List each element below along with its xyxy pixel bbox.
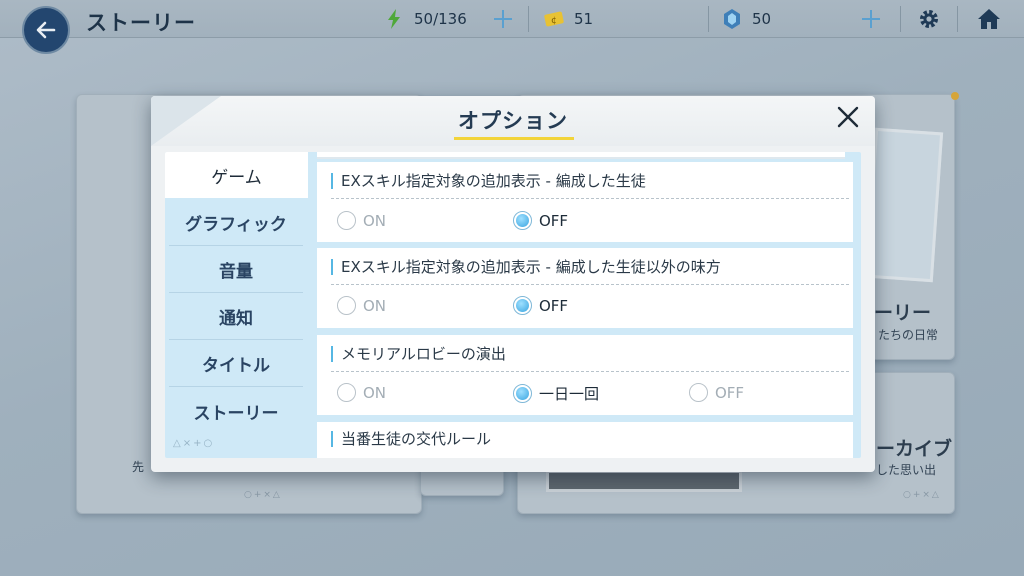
credit-value: 51 bbox=[574, 10, 594, 28]
back-arrow-icon bbox=[36, 21, 56, 39]
setting-row: EXスキル指定対象の追加表示 - 編成した生徒以外の味方 ON OFF bbox=[317, 248, 853, 328]
gear-icon bbox=[920, 10, 938, 28]
gem-counter: 50 bbox=[722, 8, 771, 30]
option-label: 一日一回 bbox=[539, 385, 600, 403]
tab-story[interactable]: ストーリー bbox=[169, 388, 303, 434]
tab-game[interactable]: ゲーム bbox=[165, 152, 308, 198]
dialog-body: ゲーム グラフィック 音量 通知 タイトル ストーリー △×+○ EXスキル指定… bbox=[165, 152, 861, 458]
plus-icon bbox=[862, 10, 880, 28]
divider bbox=[528, 6, 529, 32]
radio-on[interactable]: ON bbox=[337, 383, 386, 402]
option-label: OFF bbox=[715, 383, 745, 402]
home-button[interactable] bbox=[975, 5, 1003, 33]
radio-on[interactable]: ON bbox=[337, 296, 386, 315]
divider bbox=[900, 6, 901, 32]
close-icon bbox=[837, 106, 859, 128]
divider bbox=[708, 6, 709, 32]
bg-archive-subtitle: した思い出 bbox=[876, 463, 937, 477]
back-button[interactable] bbox=[22, 6, 70, 54]
radio-button bbox=[689, 383, 708, 402]
radio-off[interactable]: OFF bbox=[513, 296, 568, 315]
svg-text:¢: ¢ bbox=[551, 16, 557, 26]
divider bbox=[957, 6, 958, 32]
gem-icon bbox=[722, 9, 742, 29]
dashed-divider bbox=[331, 198, 849, 199]
bg-card-right-title: ーリー bbox=[874, 302, 932, 324]
bg-photo bbox=[864, 127, 944, 283]
bg-deco-symbols: ○+×△ bbox=[903, 490, 941, 500]
settings-button[interactable] bbox=[915, 5, 943, 33]
setting-label: EXスキル指定対象の追加表示 - 編成した生徒 bbox=[331, 173, 646, 189]
screen-title: ストーリー bbox=[86, 11, 196, 35]
setting-row: メモリアルロビーの演出 ON 一日一回 OFF bbox=[317, 335, 853, 415]
dialog-title: オプション bbox=[458, 109, 568, 133]
tab-list: ゲーム グラフィック 音量 通知 タイトル ストーリー △×+○ bbox=[165, 152, 308, 458]
setting-row: EXスキル指定対象の追加表示 - 編成した生徒 ON OFF bbox=[317, 162, 853, 242]
home-icon bbox=[978, 9, 1000, 29]
radio-once-a-day[interactable]: 一日一回 bbox=[513, 383, 599, 404]
ap-counter: 50/136 bbox=[384, 8, 467, 30]
dashed-divider bbox=[331, 284, 849, 285]
dashed-divider bbox=[331, 371, 849, 372]
close-button[interactable] bbox=[835, 104, 861, 130]
settings-list[interactable]: EXスキル指定対象の追加表示 - 編成した生徒 ON OFF EXスキル指定対象… bbox=[313, 152, 861, 458]
ap-value: 50/136 bbox=[414, 10, 467, 28]
radio-off[interactable]: OFF bbox=[689, 383, 744, 402]
gem-value: 50 bbox=[752, 10, 772, 28]
credit-counter: ¢ 51 bbox=[544, 8, 593, 30]
option-label: OFF bbox=[539, 211, 569, 230]
radio-button-selected bbox=[513, 211, 532, 230]
tabs-deco-symbols: △×+○ bbox=[173, 438, 215, 449]
radio-button bbox=[337, 383, 356, 402]
option-label: ON bbox=[363, 211, 387, 230]
bg-card-right-subtitle: たちの日常 bbox=[878, 328, 939, 342]
options-dialog: オプション ゲーム グラフィック 音量 通知 タイトル ストーリー △×+○ E… bbox=[151, 96, 875, 472]
bg-photo bbox=[546, 470, 742, 492]
radio-button bbox=[337, 296, 356, 315]
tab-notifications[interactable]: 通知 bbox=[169, 294, 303, 340]
bg-archive-title: ーカイブ bbox=[876, 438, 953, 460]
setting-label: メモリアルロビーの演出 bbox=[331, 346, 506, 362]
title-underline bbox=[454, 137, 574, 140]
tab-volume[interactable]: 音量 bbox=[169, 247, 303, 293]
list-top-edge bbox=[317, 152, 845, 159]
radio-button-selected bbox=[513, 296, 532, 315]
tab-title[interactable]: タイトル bbox=[169, 341, 303, 387]
radio-off[interactable]: OFF bbox=[513, 211, 568, 230]
setting-label: 当番生徒の交代ルール bbox=[331, 431, 491, 447]
setting-label: EXスキル指定対象の追加表示 - 編成した生徒以外の味方 bbox=[331, 259, 721, 275]
radio-on[interactable]: ON bbox=[337, 211, 386, 230]
option-label: ON bbox=[363, 383, 387, 402]
radio-button-selected bbox=[513, 384, 532, 403]
option-label: OFF bbox=[539, 296, 569, 315]
option-label: ON bbox=[363, 296, 387, 315]
credit-icon: ¢ bbox=[544, 9, 564, 29]
notification-dot bbox=[951, 92, 959, 100]
gem-plus-button[interactable] bbox=[858, 6, 884, 32]
bg-deco-symbols: ○+×△ bbox=[244, 490, 282, 500]
setting-row: 当番生徒の交代ルール bbox=[317, 422, 853, 458]
bg-card-left-subtitle: 先 bbox=[132, 460, 145, 474]
tab-graphics[interactable]: グラフィック bbox=[169, 200, 303, 246]
lightning-icon bbox=[384, 9, 404, 29]
radio-button bbox=[337, 211, 356, 230]
plus-icon bbox=[494, 10, 512, 28]
ap-plus-button[interactable] bbox=[490, 6, 516, 32]
